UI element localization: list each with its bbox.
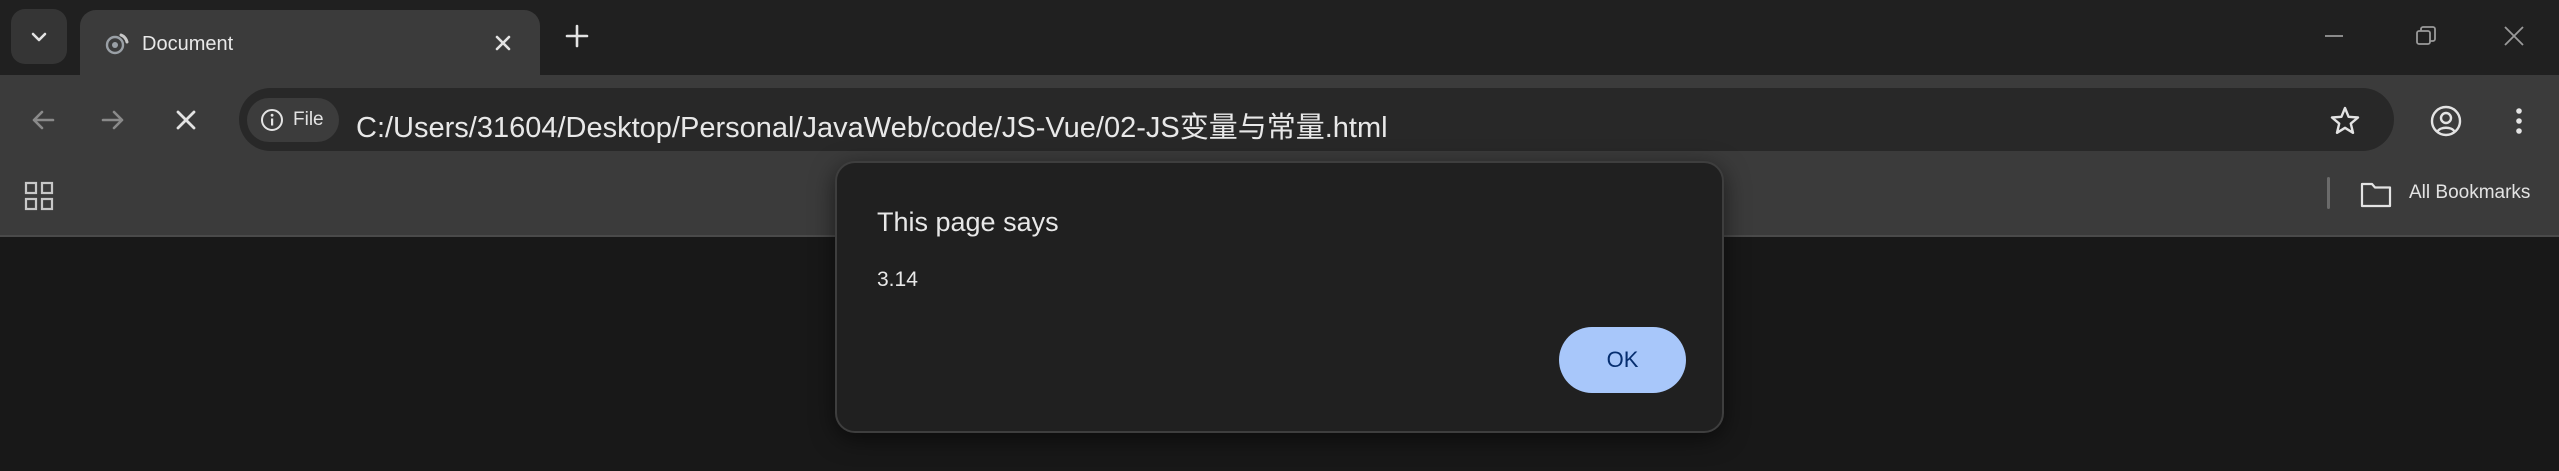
tab-close-icon[interactable] bbox=[491, 31, 515, 55]
forward-arrow-icon[interactable] bbox=[97, 104, 129, 136]
tab-document[interactable]: Document bbox=[80, 10, 540, 75]
minimize-icon[interactable] bbox=[2320, 22, 2348, 50]
info-icon bbox=[261, 109, 283, 131]
folder-icon[interactable] bbox=[2359, 179, 2393, 209]
new-tab-plus-icon[interactable] bbox=[563, 22, 591, 50]
alert-dialog: This page says 3.14 OK bbox=[835, 161, 1724, 433]
all-bookmarks-label[interactable]: All Bookmarks bbox=[2409, 182, 2530, 204]
url-text[interactable]: C:/Users/31604/Desktop/Personal/JavaWeb/… bbox=[356, 104, 1388, 146]
bookmark-star-icon[interactable] bbox=[2328, 104, 2362, 138]
dialog-message: 3.14 bbox=[877, 268, 918, 291]
apps-grid-icon[interactable] bbox=[22, 179, 56, 213]
site-info-chip[interactable]: File bbox=[247, 98, 339, 142]
navigation-toolbar: File C:/Users/31604/Desktop/Personal/Jav… bbox=[0, 75, 2559, 163]
more-menu-icon[interactable] bbox=[2506, 103, 2532, 139]
profile-avatar-icon[interactable] bbox=[2428, 103, 2464, 139]
loading-favicon-icon bbox=[105, 33, 129, 55]
site-chip-label: File bbox=[293, 109, 324, 130]
window-close-icon[interactable] bbox=[2500, 22, 2528, 50]
tab-strip: Document bbox=[0, 0, 2559, 75]
chevron-down-icon bbox=[31, 32, 47, 41]
back-arrow-icon[interactable] bbox=[27, 104, 59, 136]
restore-icon[interactable] bbox=[2412, 22, 2440, 50]
address-bar[interactable]: File C:/Users/31604/Desktop/Personal/Jav… bbox=[239, 88, 2394, 151]
tab-title: Document bbox=[142, 33, 234, 55]
dialog-title: This page says bbox=[877, 207, 1059, 237]
ok-button[interactable]: OK bbox=[1559, 327, 1686, 393]
browser-window: Document File C:/Users/31604/Desktop/Per… bbox=[0, 0, 2559, 471]
stop-loading-icon[interactable] bbox=[170, 104, 202, 136]
tab-search-button[interactable] bbox=[11, 9, 67, 64]
bookmarks-divider bbox=[2327, 177, 2330, 209]
